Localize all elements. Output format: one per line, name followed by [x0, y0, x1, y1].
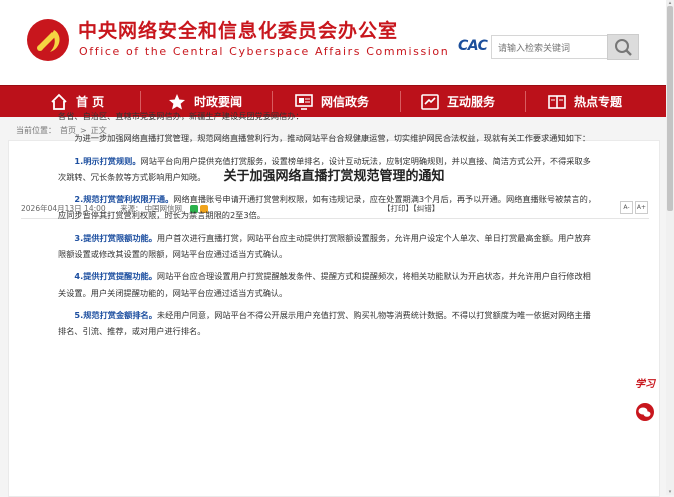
party-emblem-icon[interactable]	[26, 18, 70, 62]
paragraph-heading: 5.规范打赏金额排名。	[74, 309, 157, 320]
xuexi-label: 学习	[635, 378, 655, 390]
paragraph-heading: 1.明示打赏规则。	[74, 155, 141, 166]
site-title-cn[interactable]: 中央网络安全和信息化委员会办公室	[78, 16, 398, 43]
font-decrease-button[interactable]: A-	[620, 201, 633, 214]
floating-toolbar: 学习	[632, 370, 660, 424]
site-title-en: Office of the Central Cyberspace Affairs…	[79, 45, 450, 58]
paragraph-heading: 3.提供打赏限额功能。	[74, 232, 157, 243]
body-paragraph: 1.明示打赏规则。网站平台向用户提供充值打赏服务，设置榜单排名，设计互动玩法，应…	[58, 153, 598, 186]
search-box	[491, 35, 608, 59]
search-input[interactable]	[492, 39, 606, 59]
xuexi-button[interactable]: 学习	[632, 370, 658, 394]
site-header: 中央网络安全和信息化委员会办公室 Office of the Central C…	[0, 0, 666, 85]
cac-logo[interactable]: CAC	[458, 38, 488, 54]
paragraph-heading: 2.规范打赏营利权限开通。	[74, 194, 174, 205]
body-paragraph: 4.提供打赏提醒功能。网站平台应合理设置用户打赏提醒触发条件、提醒方式和提醒频次…	[58, 268, 598, 301]
scroll-thumb[interactable]	[667, 6, 673, 211]
search-button[interactable]	[607, 34, 639, 60]
body-paragraph: 3.提供打赏限额功能。用户首次进行直播打赏，网站平台应主动提供打赏限额设置服务，…	[58, 230, 598, 263]
cac-logo-text: CAC	[458, 38, 488, 54]
search-icon	[615, 39, 632, 56]
font-increase-button[interactable]: A+	[635, 201, 648, 214]
body-paragraph: 5.规范打赏金额排名。未经用户同意，网站平台不得公开展示用户充值打赏、购买礼物等…	[58, 307, 598, 340]
scroll-down-arrow[interactable]: ▾	[667, 489, 673, 495]
wechat-button[interactable]	[632, 400, 658, 424]
breadcrumb-prefix: 当前位置：	[16, 126, 56, 135]
salutation: 各省、自治区、直辖市党委网信办，新疆生产建设兵团党委网信办：	[58, 111, 304, 121]
intro-paragraph: 为进一步加强网络直播打赏管理，规范网络直播营利行为，推动网站平台合规健康运营，切…	[74, 133, 591, 144]
article-body: 各省、自治区、直辖市党委网信办，新疆生产建设兵团党委网信办： 为进一步加强网络直…	[58, 108, 598, 346]
wechat-icon	[636, 403, 654, 421]
body-paragraph: 2.规范打赏营利权限开通。网络直播账号申请开通打赏营利权限，如有违规记录，应在处…	[58, 191, 598, 224]
paragraph-heading: 4.提供打赏提醒功能。	[74, 271, 157, 282]
